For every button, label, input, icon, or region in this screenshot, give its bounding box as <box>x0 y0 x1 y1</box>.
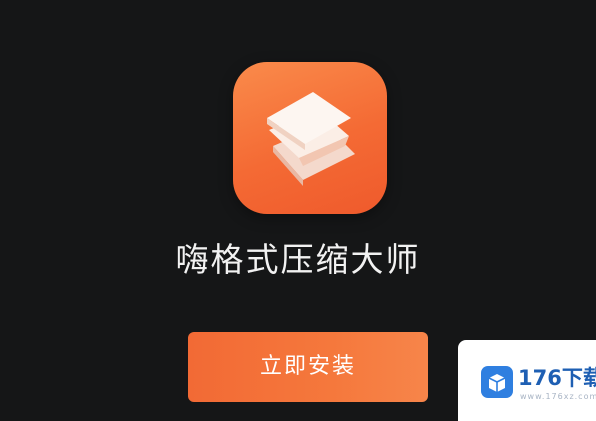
app-icon <box>233 62 387 214</box>
watermark: 176下载网 www.176xz.com <box>458 340 596 421</box>
blue-box-logo-icon <box>481 366 513 398</box>
layers-compress-icon <box>267 92 355 186</box>
install-button[interactable]: 立即安装 <box>188 332 428 402</box>
app-name: 嗨格式压缩大师 <box>175 240 421 279</box>
watermark-url: www.176xz.com <box>520 392 596 401</box>
app-install-screen: 嗨格式压缩大师 立即安装 176下载网 www.176xz.com <box>0 0 596 421</box>
watermark-text: 176下载网 <box>518 366 596 390</box>
